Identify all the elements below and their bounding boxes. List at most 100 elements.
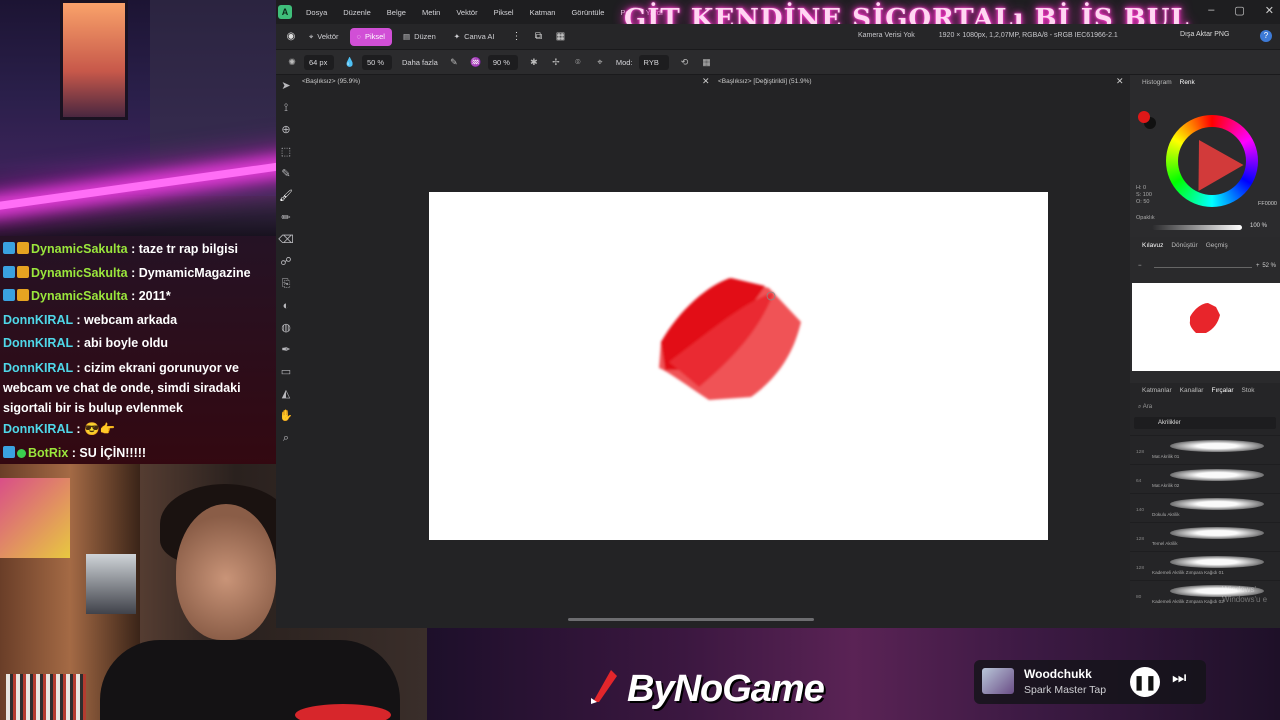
zoom-slider[interactable] <box>1154 267 1252 268</box>
persona-düzen[interactable]: ▤ Düzen <box>396 28 443 46</box>
document-tab-1[interactable]: <Başlıksız> (95.9%) <box>302 78 360 85</box>
export-button[interactable]: Dışa Aktar PNG <box>1180 31 1229 38</box>
brush-category-select[interactable]: Akrilikler <box>1134 417 1276 429</box>
red-paint-stroke <box>659 278 801 400</box>
flow-field[interactable]: 90 % <box>487 54 518 70</box>
tab-close-icon[interactable]: ✕ <box>702 76 710 87</box>
tab-transform[interactable]: Dönüştür <box>1171 242 1197 249</box>
symmetry-icon[interactable]: ⌾ <box>572 56 584 68</box>
erase-tool-icon[interactable]: ⌫ <box>276 229 296 251</box>
brush-name: Dokulu Akrilik <box>1152 512 1180 517</box>
pressure-icon[interactable]: ✎ <box>448 56 460 68</box>
zoom-out-icon[interactable]: − <box>1138 263 1142 269</box>
opacity-value[interactable]: 100 % <box>1250 223 1267 229</box>
tab-brushes[interactable]: Fırçalar <box>1211 387 1233 394</box>
tab-layers[interactable]: Katmanlar <box>1142 387 1172 394</box>
tab-navigator[interactable]: Kılavuz <box>1142 242 1163 249</box>
next-track-icon[interactable]: ⏭ <box>1172 670 1186 688</box>
persona-vektör[interactable]: ⌖ Vektör <box>302 28 346 46</box>
brush-settings-icon[interactable]: ✺ <box>286 56 298 68</box>
navigator-thumbnail[interactable] <box>1132 283 1280 371</box>
menu-item[interactable]: Katman <box>530 8 556 17</box>
brush-item[interactable]: 140 Dokulu Akrilik <box>1130 493 1280 522</box>
help-icon[interactable]: ? <box>1260 30 1272 42</box>
blur-tool-icon[interactable]: ◍ <box>276 317 296 339</box>
menu-item[interactable]: Belge <box>387 8 406 17</box>
chat-message: DonnKIRAL : cizim ekrani gorunuyor ve we… <box>0 356 276 418</box>
app-logo-icon[interactable]: A <box>278 5 292 19</box>
background-window <box>60 0 128 120</box>
brush-item[interactable]: 128 Mat Akrilik 01 <box>1130 435 1280 464</box>
maximize-button[interactable]: ▢ <box>1234 4 1244 17</box>
opacity-field[interactable]: 50 % <box>362 54 392 70</box>
stabilizer-icon[interactable]: ✢ <box>550 56 562 68</box>
zoom-value[interactable]: 52 % <box>1262 263 1276 269</box>
tab-history[interactable]: Geçmiş <box>1206 242 1228 249</box>
more-options-icon[interactable]: ⋮ <box>510 30 524 44</box>
shape-tool-icon[interactable]: ▭ <box>276 361 296 383</box>
persona-icon: ◌ <box>356 32 361 41</box>
brush-item[interactable]: 128 Temel Akrilik <box>1130 522 1280 551</box>
brush-search-input[interactable]: ⌕ Ara <box>1134 401 1274 413</box>
grid-snap-icon[interactable]: ▦ <box>701 56 713 68</box>
camera-data-label: Kamera Verisi Yok <box>858 32 915 39</box>
tab-color[interactable]: Renk <box>1180 79 1195 86</box>
chat-username: DonnKIRAL <box>3 312 73 327</box>
brush-mode-icon[interactable]: ⌖ <box>594 56 606 68</box>
blue-badge-icon <box>3 265 15 278</box>
clone-tool-icon[interactable]: ⎘ <box>276 273 296 295</box>
persona-piksel[interactable]: ◌ Piksel <box>349 27 392 46</box>
hand-tool-icon[interactable]: ✋ <box>276 405 296 427</box>
reset-icon[interactable]: ⟲ <box>679 56 691 68</box>
opacity-drop-icon: 💧 <box>344 57 356 67</box>
close-button[interactable]: ✕ <box>1265 4 1274 17</box>
horizontal-scrollbar[interactable] <box>568 618 814 621</box>
hex-value[interactable]: FF0000 <box>1258 201 1277 207</box>
crop-tool-icon[interactable]: ⟟ <box>276 97 296 119</box>
menu-item[interactable]: Görüntüle <box>571 8 604 17</box>
smudge-tool-icon[interactable]: ☍ <box>276 251 296 273</box>
foreground-color-swatch[interactable] <box>1138 111 1150 123</box>
menu-item[interactable]: Vektör <box>456 8 477 17</box>
brush-item[interactable]: 64 Mat Akrilik 02 <box>1130 464 1280 493</box>
rectangle-select-icon[interactable]: ⬚ <box>276 141 296 163</box>
arrange-icon[interactable]: ⧉ <box>532 30 546 44</box>
persona-canva-ai[interactable]: ✦ Canva AI <box>447 28 502 46</box>
menu-item[interactable]: Düzenle <box>343 8 371 17</box>
menu-item[interactable]: Piksel <box>494 8 514 17</box>
mode-select[interactable]: RYB <box>638 54 669 70</box>
zoom-in-icon[interactable]: + <box>1256 263 1260 269</box>
paint-brush-tool-icon[interactable]: 🖌 <box>276 185 296 207</box>
tab-channels[interactable]: Kanallar <box>1180 387 1204 394</box>
tab-histogram[interactable]: Histogram <box>1142 79 1172 86</box>
opacity-slider[interactable] <box>1152 225 1242 230</box>
zoom-tool-icon[interactable]: ⌕ <box>276 427 296 449</box>
brush-size: 64 <box>1136 479 1142 484</box>
tab-close-icon[interactable]: ✕ <box>1116 76 1124 87</box>
dodge-tool-icon[interactable]: ◐ <box>276 295 296 317</box>
pause-icon[interactable]: ❚❚ <box>1130 667 1160 697</box>
grid-icon[interactable]: ▦ <box>554 30 568 44</box>
marquee-tool-icon[interactable]: ⊕ <box>276 119 296 141</box>
minimize-button[interactable]: – <box>1208 4 1214 17</box>
brush-size-field[interactable]: 64 px <box>304 54 334 70</box>
brush-size: 128 <box>1136 537 1145 542</box>
document-tab-2[interactable]: <Başlıksız> [Değiştirildi] (51.9%) <box>718 78 812 85</box>
brush-item[interactable]: 128 Kademeli Akrilik Zımpara Kağıdı 01 <box>1130 551 1280 580</box>
menu-item[interactable]: Metin <box>422 8 440 17</box>
menu-item[interactable]: Dosya <box>306 8 327 17</box>
more-button[interactable]: Daha fazla <box>402 58 438 67</box>
artboard[interactable] <box>429 192 1048 540</box>
tab-stock[interactable]: Stok <box>1242 387 1255 394</box>
selection-brush-icon[interactable]: ✎ <box>276 163 296 185</box>
chat-text: : taze tr rap bilgisi <box>131 242 239 256</box>
move-tool-icon[interactable]: ➤ <box>276 75 296 97</box>
app-menu-icon[interactable]: ◉ <box>284 30 298 44</box>
chat-text: : abi boyle oldu <box>76 336 169 351</box>
chat-username: DynamicSakulta <box>31 242 128 256</box>
pen-tool-icon[interactable]: ✒ <box>276 339 296 361</box>
fill-tool-icon[interactable]: ◭ <box>276 383 296 405</box>
canvas-viewport[interactable] <box>298 88 1128 628</box>
pixel-tool-icon[interactable]: ✏ <box>276 207 296 229</box>
wet-edges-icon[interactable]: ✱ <box>528 56 540 68</box>
